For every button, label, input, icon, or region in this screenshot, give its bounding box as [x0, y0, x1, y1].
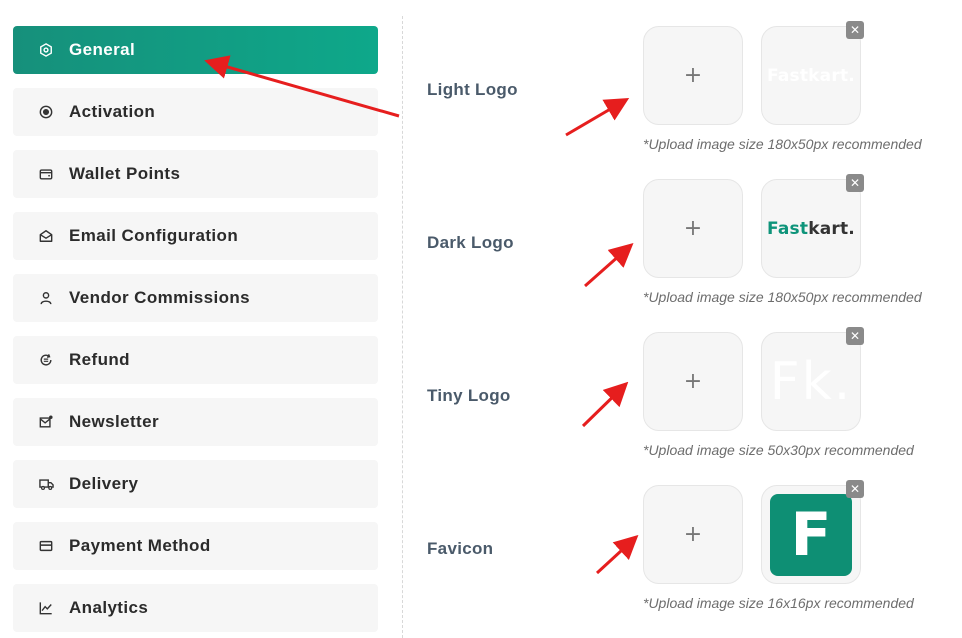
- favicon-hint: *Upload image size 16x16px recommended: [643, 595, 914, 611]
- newsletter-icon: [38, 414, 54, 430]
- tiny-logo-preview: Fk.: [761, 332, 861, 431]
- favicon-upload-button[interactable]: +: [643, 485, 743, 584]
- plus-icon: +: [683, 62, 703, 88]
- remove-light-logo-button[interactable]: ✕: [846, 21, 864, 39]
- sidebar-item-label: Refund: [69, 350, 130, 369]
- line-chart-icon: [38, 600, 54, 616]
- sidebar-item-vendor-commissions[interactable]: Vendor Commissions: [13, 274, 378, 322]
- sidebar-item-analytics[interactable]: Analytics: [13, 584, 378, 632]
- section-divider: [402, 16, 403, 638]
- annotation-arrow-light-logo: [565, 97, 630, 137]
- sidebar-item-delivery[interactable]: Delivery: [13, 460, 378, 508]
- hexagon-gear-icon: [38, 42, 54, 58]
- mail-open-icon: [38, 228, 54, 244]
- card-icon: [38, 538, 54, 554]
- dark-logo-label: Dark Logo: [427, 233, 514, 252]
- user-icon: [38, 290, 54, 306]
- sidebar-item-email-configuration[interactable]: Email Configuration: [13, 212, 378, 260]
- tiny-logo-upload-button[interactable]: +: [643, 332, 743, 431]
- sidebar-item-activation[interactable]: Activation: [13, 88, 378, 136]
- plus-icon: +: [683, 215, 703, 241]
- annotation-arrow-favicon: [595, 534, 639, 575]
- tiny-logo-hint: *Upload image size 50x30px recommended: [643, 442, 914, 458]
- dark-logo-preview: Fastkart.: [761, 179, 861, 278]
- refund-icon: [38, 352, 54, 368]
- sidebar-item-label: Activation: [69, 102, 156, 121]
- dark-logo-image-text: Fastkart.: [767, 218, 855, 239]
- light-logo-preview: Fastkart.: [761, 26, 861, 125]
- remove-tiny-logo-button[interactable]: ✕: [846, 327, 864, 345]
- sidebar-item-refund[interactable]: Refund: [13, 336, 378, 384]
- light-logo-upload-button[interactable]: +: [643, 26, 743, 125]
- favicon-preview: F: [761, 485, 861, 584]
- tiny-logo-image-text: Fk.: [769, 351, 853, 412]
- sidebar-item-label: Newsletter: [69, 412, 159, 431]
- sidebar-item-newsletter[interactable]: Newsletter: [13, 398, 378, 446]
- sidebar-item-label: Vendor Commissions: [69, 288, 251, 307]
- dark-logo-upload-button[interactable]: +: [643, 179, 743, 278]
- sidebar-item-payment-method[interactable]: Payment Method: [13, 522, 378, 570]
- light-logo-hint: *Upload image size 180x50px recommended: [643, 136, 922, 152]
- light-logo-label: Light Logo: [427, 80, 518, 99]
- wallet-icon: [38, 166, 54, 182]
- sidebar-item-wallet-points[interactable]: Wallet Points: [13, 150, 378, 198]
- sidebar-item-label: Payment Method: [69, 536, 211, 555]
- sidebar-item-label: Email Configuration: [69, 226, 239, 245]
- light-logo-image-text: Fastkart.: [767, 65, 855, 86]
- radio-dot-icon: [38, 104, 54, 120]
- dark-logo-hint: *Upload image size 180x50px recommended: [643, 289, 922, 305]
- favicon-image: F: [770, 493, 852, 576]
- annotation-arrow-tiny-logo: [581, 381, 629, 428]
- favicon-label: Favicon: [427, 539, 494, 558]
- settings-sidebar: General Activation Wallet Points Email C…: [0, 0, 402, 638]
- remove-dark-logo-button[interactable]: ✕: [846, 174, 864, 192]
- annotation-arrow-dark-logo: [584, 243, 634, 288]
- tiny-logo-label: Tiny Logo: [427, 386, 511, 405]
- plus-icon: +: [683, 368, 703, 394]
- sidebar-item-label: General: [69, 40, 136, 59]
- sidebar-item-label: Delivery: [69, 474, 139, 493]
- remove-favicon-button[interactable]: ✕: [846, 480, 864, 498]
- plus-icon: +: [683, 521, 703, 547]
- sidebar-item-general[interactable]: General: [13, 26, 378, 74]
- sidebar-item-label: Wallet Points: [69, 164, 181, 183]
- sidebar-item-label: Analytics: [69, 598, 149, 617]
- truck-icon: [38, 476, 54, 492]
